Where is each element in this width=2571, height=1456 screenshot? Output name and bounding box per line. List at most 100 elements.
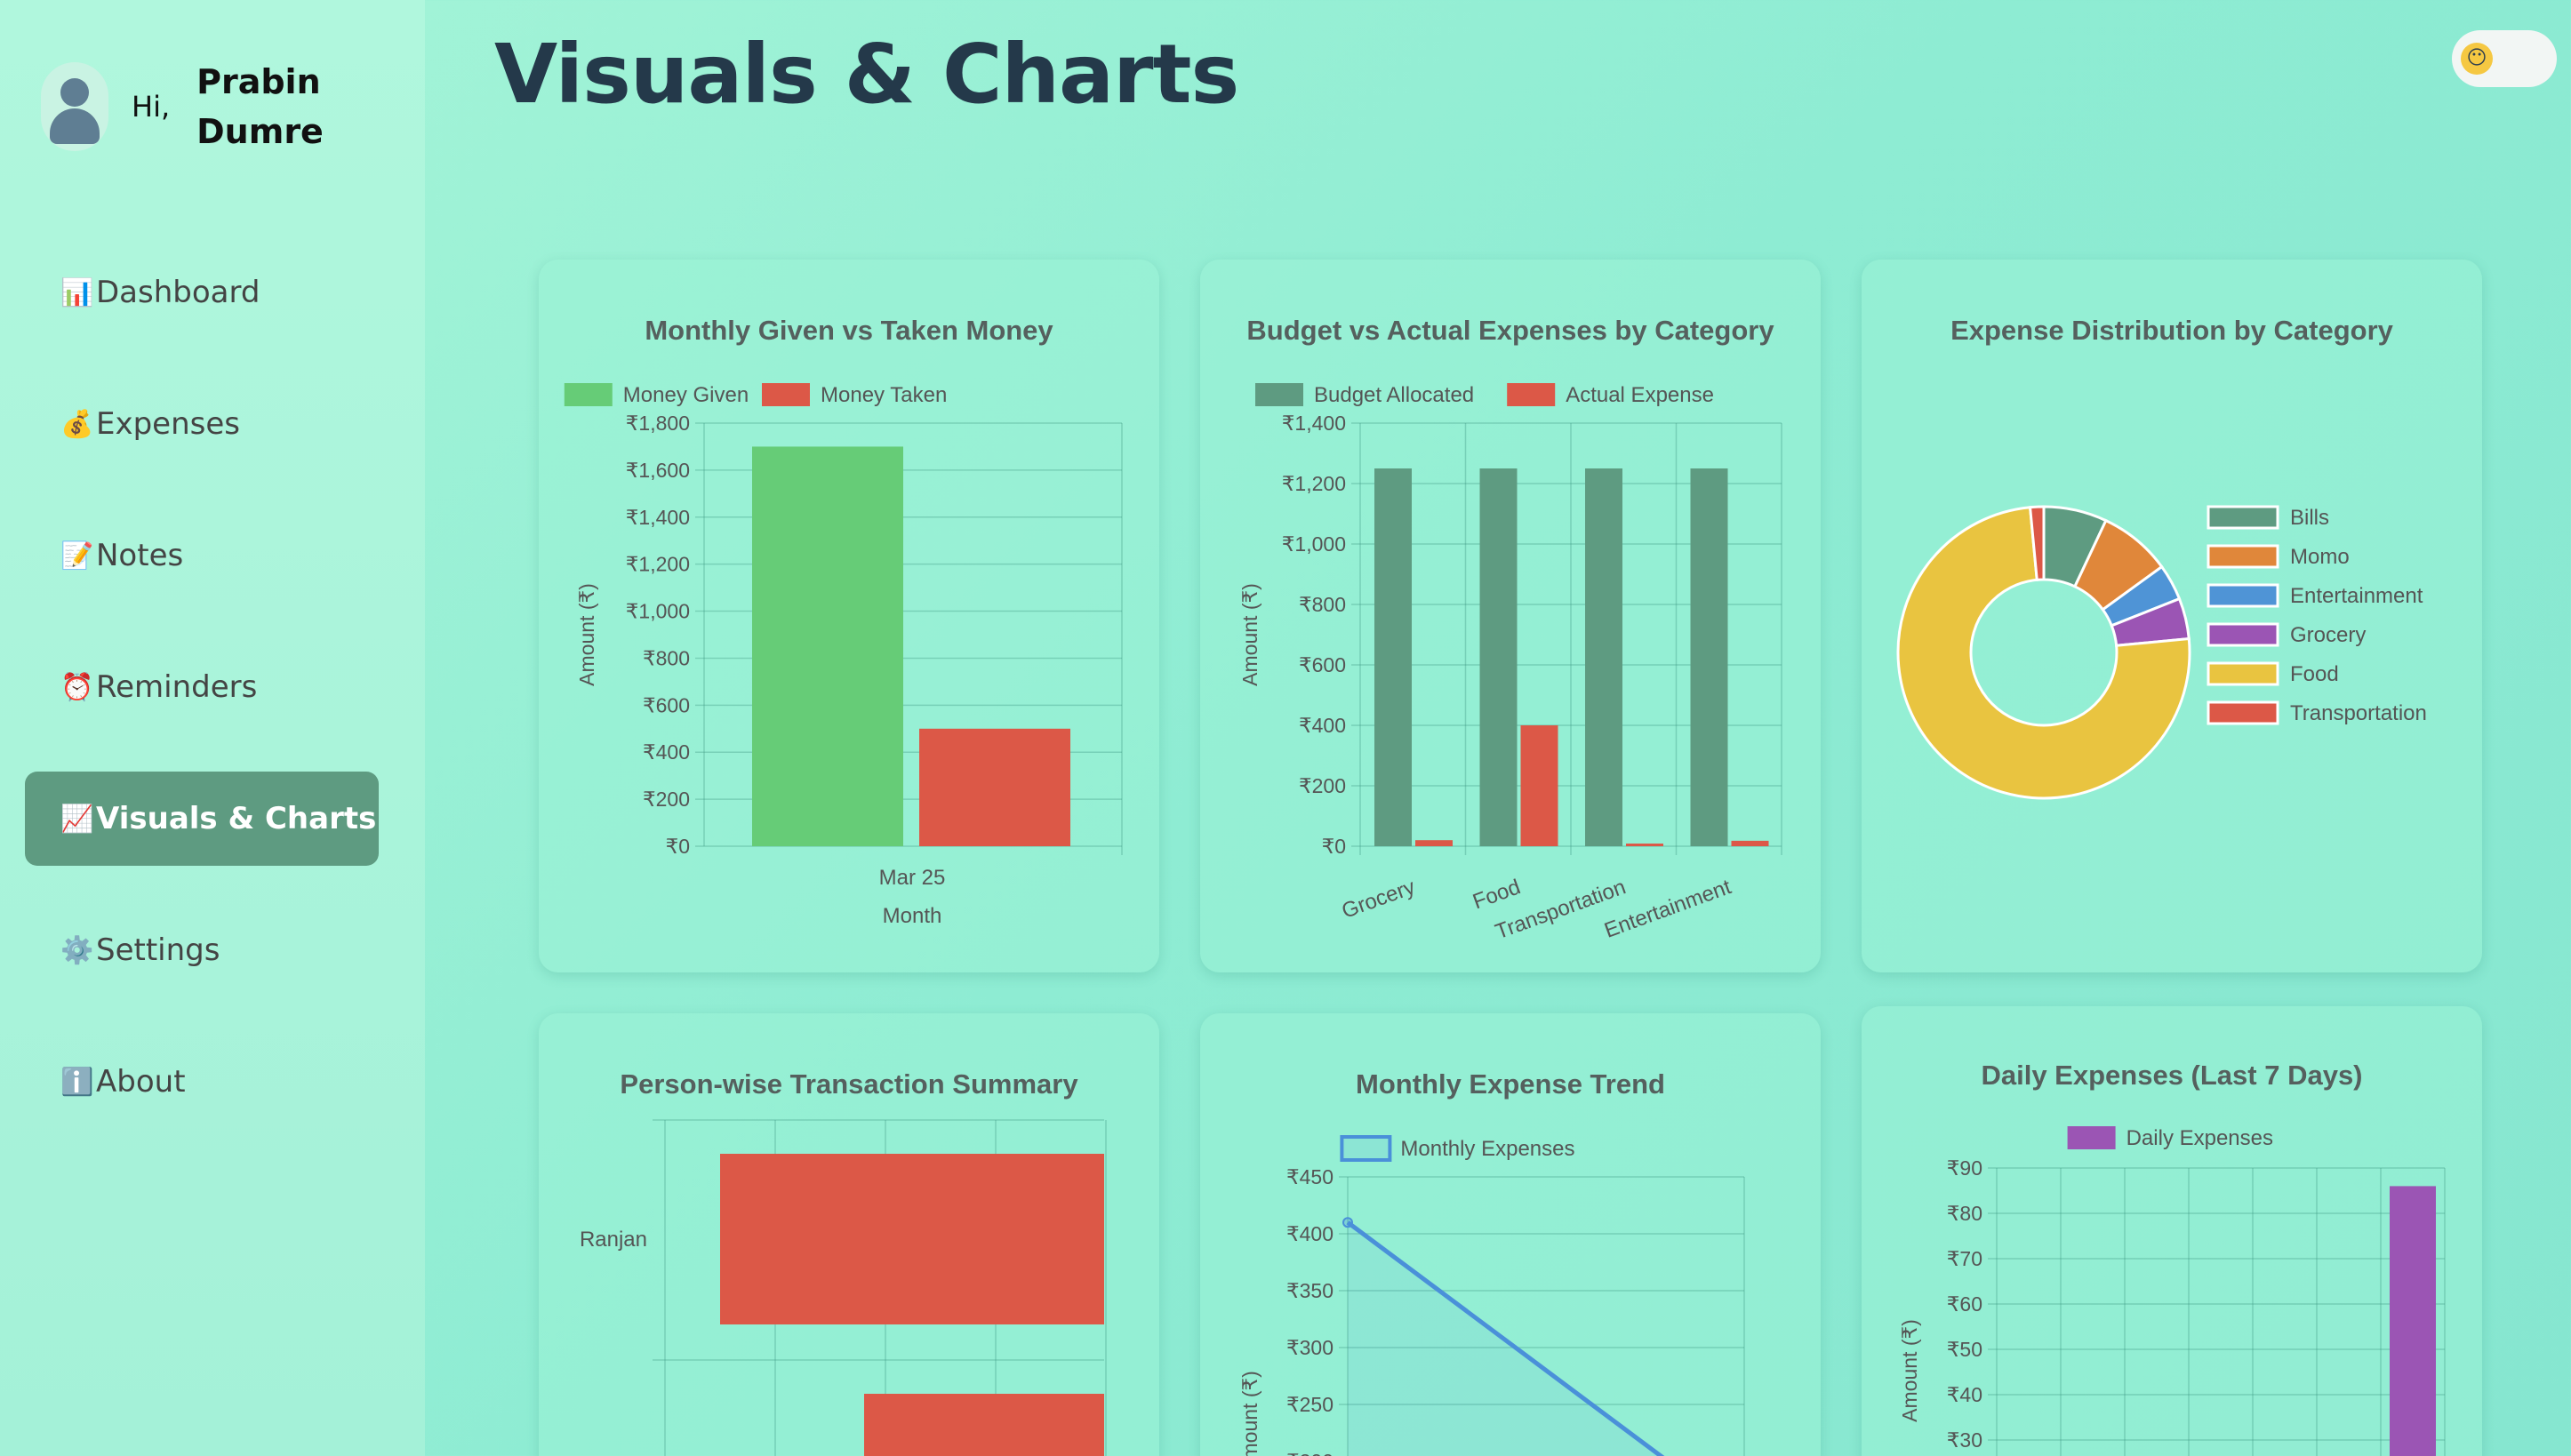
bar-chart-icon: 📊 [60, 276, 94, 308]
sidebar-item-label: Visuals & Charts [96, 801, 377, 836]
chart-title: Expense Distribution by Category [1950, 315, 2393, 346]
y-tick-label: ₹1,600 [626, 459, 690, 482]
legend-label: Money Taken [821, 383, 947, 407]
y-tick-label: ₹600 [643, 693, 690, 716]
bar-person [720, 1154, 1104, 1324]
y-tick-label: ₹70 [1947, 1247, 1982, 1270]
sidebar: Hi, Prabin Dumre 📊 Dashboard 💰 Expenses … [0, 0, 425, 1456]
legend-swatch [2207, 583, 2279, 608]
y-tick-label: ₹80 [1947, 1202, 1982, 1225]
y-tick-label: ₹40 [1947, 1383, 1982, 1406]
legend-label: Monthly Expenses [1400, 1137, 1574, 1161]
chart-card-daily: Daily Expenses (Last 7 Days) Daily Expen… [1862, 1006, 2482, 1456]
y-tick-label: ₹1,200 [626, 553, 690, 576]
y-tick-label: ₹600 [1299, 653, 1346, 676]
legend-label: Actual Expense [1566, 383, 1714, 407]
y-axis-label: Amount (₹) [1238, 583, 1261, 686]
y-axis-label: Amount (₹) [1238, 1371, 1261, 1456]
x-tick-label: Food [1470, 875, 1524, 914]
alarm-clock-icon: ⏰ [60, 671, 94, 703]
legend-swatch [762, 383, 810, 406]
sidebar-item-label: Settings [96, 932, 220, 968]
bar-daily-expense [2390, 1186, 2436, 1456]
bar-budget-allocated [1374, 468, 1412, 846]
y-tick-label: Ranjan [580, 1228, 647, 1252]
given-taken-chart: Money Given Money Taken ₹0 ₹200 ₹400 ₹600 ₹800… [564, 383, 1123, 928]
legend-label: Momo [2290, 545, 2350, 569]
sidebar-item-reminders[interactable]: ⏰ Reminders [25, 640, 379, 734]
chart-card-person-summary: Person-wise Transaction Summary Ranjan [539, 1013, 1159, 1456]
sidebar-item-label: About [96, 1064, 186, 1100]
y-tick-label: ₹1,000 [626, 600, 690, 623]
chart-card-monthly-trend: Monthly Expense Trend Monthly Expenses ₹2… [1200, 1013, 1821, 1456]
legend-label: Money Given [623, 383, 749, 407]
sidebar-item-expenses[interactable]: 💰 Expenses [25, 377, 379, 471]
trend-area [1348, 1222, 1662, 1456]
y-tick-label: ₹200 [643, 788, 690, 811]
legend-swatch [2207, 661, 2279, 686]
money-bag-icon: 💰 [60, 408, 94, 440]
sidebar-item-label: Dashboard [96, 275, 260, 310]
y-tick-label: ₹350 [1286, 1279, 1334, 1302]
budget-actual-chart: Budget Allocated Actual Expense ₹0 ₹200 ₹400… [1238, 383, 1782, 944]
theme-toggle[interactable]: 😶 [2452, 30, 2557, 87]
y-tick-label: ₹300 [1286, 1336, 1334, 1359]
x-axis-label: Month [883, 904, 942, 928]
distribution-chart: Bills Momo Entertainment Grocery Food Transpo… [1896, 505, 2427, 800]
y-tick-label: ₹200 [1299, 774, 1346, 797]
y-tick-label: ₹200 [1286, 1450, 1334, 1456]
y-tick-label: ₹30 [1947, 1428, 1982, 1452]
y-tick-label: ₹0 [666, 835, 690, 858]
bar-money-taken [919, 728, 1070, 846]
sidebar-item-label: Expenses [96, 406, 240, 442]
x-tick-label: Mar 25 [879, 866, 946, 890]
legend-swatch [2207, 505, 2279, 530]
y-tick-label: ₹1,800 [626, 412, 690, 435]
legend-swatch [2207, 544, 2279, 569]
page-title: Visuals & Charts [494, 27, 1239, 122]
y-tick-label: ₹800 [643, 646, 690, 669]
legend-label: Bills [2290, 506, 2329, 530]
chart-card-distribution: Expense Distribution by Category Bills Mo… [1862, 260, 2482, 972]
chart-increasing-icon: 📈 [60, 803, 94, 835]
sidebar-item-dashboard[interactable]: 📊 Dashboard [25, 245, 379, 340]
bar-budget-allocated [1690, 468, 1728, 846]
x-tick-label: Grocery [1339, 875, 1418, 924]
legend-swatch [2067, 1126, 2116, 1149]
avatar [41, 62, 108, 151]
memo-icon: 📝 [60, 540, 94, 572]
y-tick-label: ₹250 [1286, 1393, 1334, 1416]
legend-swatch [1340, 1135, 1392, 1162]
user-name: Prabin Dumre [196, 62, 324, 151]
sidebar-item-about[interactable]: ℹ️ About [25, 1035, 379, 1129]
bar-actual-expense [1415, 840, 1453, 846]
legend-label: Grocery [2290, 623, 2366, 647]
legend-swatch [2207, 622, 2279, 647]
y-tick-label: ₹1,400 [1282, 412, 1346, 435]
legend-swatch [564, 383, 613, 406]
chart-title: Monthly Given vs Taken Money [645, 315, 1053, 346]
sidebar-item-settings[interactable]: ⚙️ Settings [25, 903, 379, 997]
chart-title: Budget vs Actual Expenses by Category [1246, 315, 1774, 346]
legend-label: Entertainment [2290, 584, 2423, 608]
chart-title: Monthly Expense Trend [1356, 1068, 1665, 1100]
chart-title: Person-wise Transaction Summary [620, 1068, 1078, 1100]
y-axis-label: Amount (₹) [575, 583, 598, 686]
chart-card-given-taken: Monthly Given vs Taken Money Money Given… [539, 260, 1159, 972]
y-tick-label: ₹400 [1286, 1222, 1334, 1245]
legend-label: Food [2290, 662, 2339, 686]
chart-title: Daily Expenses (Last 7 Days) [1981, 1060, 2363, 1091]
sidebar-item-visuals-charts[interactable]: 📈 Visuals & Charts [25, 772, 379, 866]
y-tick-label: ₹0 [1322, 835, 1346, 858]
y-tick-label: ₹450 [1286, 1165, 1334, 1188]
legend-swatch [2207, 700, 2279, 725]
legend-label: Daily Expenses [2126, 1126, 2273, 1150]
trend-point [1342, 1217, 1353, 1228]
y-tick-label: ₹90 [1947, 1156, 1982, 1180]
bar-budget-allocated [1585, 468, 1622, 846]
sidebar-item-label: Reminders [96, 669, 258, 705]
y-tick-label: ₹400 [643, 740, 690, 764]
bar-actual-expense [1626, 844, 1663, 846]
sidebar-nav: 📊 Dashboard 💰 Expenses 📝 Notes ⏰ Reminde… [25, 245, 379, 1166]
sidebar-item-notes[interactable]: 📝 Notes [25, 508, 379, 603]
